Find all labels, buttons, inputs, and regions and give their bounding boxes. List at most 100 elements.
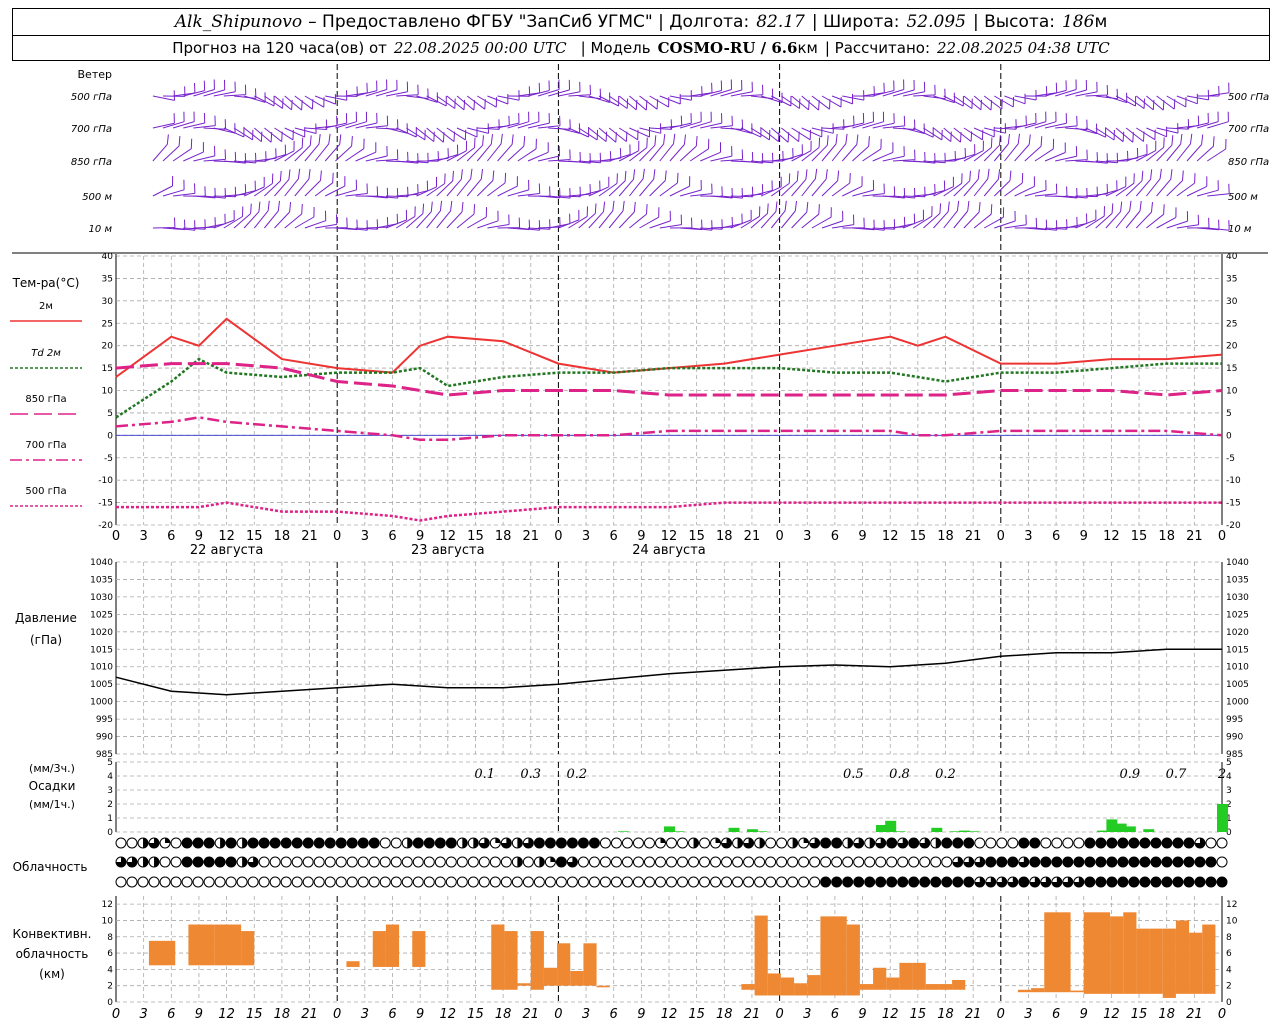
cloud-symbol [478,856,490,868]
cloud-symbol [126,876,138,888]
cloud-symbol [1161,856,1173,868]
wind-barb [1024,136,1043,162]
cloud-symbol [610,856,622,868]
cloud-symbol [1051,837,1063,849]
cloud-symbol [666,856,677,868]
wind-barb [152,90,175,101]
x-tick-label: 18 [1158,1007,1175,1022]
conv-title-2: облачность [16,947,89,961]
wind-barb [659,93,681,105]
wind-barb [162,179,185,197]
cloud-symbol [919,856,931,868]
conv-cloud-bar [1136,928,1150,994]
wind-barb [1176,93,1198,105]
x-tick-label: 12 [882,529,899,544]
wind-barb [943,147,966,162]
wind-barb [659,133,676,162]
cloud-symbol [258,856,270,868]
cloud-symbol [148,876,160,888]
wind-barb [618,95,638,111]
y-tick-label-left: 995 [96,715,113,725]
cloud-symbol [831,876,843,888]
cloud-symbol [324,856,336,868]
legend-label: 2м [39,301,53,312]
cloud-symbol [952,876,964,888]
y-tick-label-left: 30 [102,297,114,307]
precip-unit-1h: (мм/1ч.) [29,798,75,811]
x-tick-label: 12 [440,1007,457,1022]
y-tick-label-left: 10 [102,916,114,926]
x-tick-label: 15 [467,529,484,544]
cloud-symbol [643,876,655,888]
x-tick-label: 15 [910,1007,927,1022]
conv-cloud-bar [1017,989,1032,993]
wind-barb [973,204,993,229]
x-tick-label: 18 [937,1007,954,1022]
cloud-symbol [456,856,468,868]
conv-title-3: (км) [39,967,65,981]
wind-barb [446,95,466,111]
cloud-symbol [1018,837,1030,849]
cloud-symbol [203,876,215,888]
cloud-symbol [886,876,898,888]
cloud-symbol [1128,856,1140,868]
wind-barb [963,202,981,229]
cloud-symbol [1161,837,1173,849]
cloud-symbol [710,856,722,868]
precip-unit-3h: (мм/3ч.) [29,762,75,775]
cloud-symbol [853,856,865,868]
cloud-symbol [489,876,501,888]
cloud-symbol [897,856,909,868]
cloud-symbol [743,856,755,868]
cloud-symbol [115,837,127,849]
cloud-symbol [677,837,689,849]
wind-barb [304,210,327,229]
cloud-symbols [115,837,1228,888]
wind-barb [679,136,698,162]
wind-barb [629,204,648,229]
x-tick-label: 3 [140,529,148,544]
wind-barb [152,175,174,197]
conv-cloud-bar [188,924,215,966]
y-tick-label-right: 40 [1226,252,1238,262]
conv-cloud-bar [1149,928,1163,994]
cloud-symbol [643,856,655,868]
cloud-symbol [280,837,292,849]
cloud-symbol [831,856,843,868]
pressure-axis-title: Давление [15,611,77,625]
wind-barb [791,202,809,229]
x-tick-label: 15 [467,1007,484,1022]
cloud-symbol [225,876,237,888]
cloud-symbol [423,876,435,888]
cloud-symbol [588,856,600,868]
cloud-symbol [820,837,832,849]
wind-barb [649,210,671,229]
cloud-symbol [809,856,821,868]
precip-total-label: 0.2 [935,767,956,782]
x-tick-label: 6 [167,529,175,544]
y-tick-label-left: 15 [102,364,113,374]
conv-cloud-bar [1031,988,1045,993]
conv-cloud-bar [780,977,795,996]
cloud-symbol [357,837,369,849]
cloud-symbol [599,856,611,868]
cloud-symbol [930,856,942,868]
cloud-symbol-fill [693,838,699,848]
conv-cloud-bar [1175,920,1190,994]
cloud-symbol [864,856,876,868]
x-tick-label: 21 [522,529,539,544]
y-tick-label-left: 10 [102,387,114,397]
cloud-symbol [754,856,766,868]
cloud-symbol [225,856,237,868]
wind-barb [537,145,560,162]
wind-barb [152,217,176,229]
x-tick-label: 12 [661,529,678,544]
y-tick-label-right: 15 [1226,364,1237,374]
cloud-symbol-fill [407,838,413,848]
wind-barb [781,200,797,229]
wind-barb [264,127,283,142]
y-tick-label-right: 10 [1226,916,1238,926]
conv-cloud-bar [346,961,360,967]
wind-barb [1196,136,1215,162]
cloud-symbol [258,837,270,849]
